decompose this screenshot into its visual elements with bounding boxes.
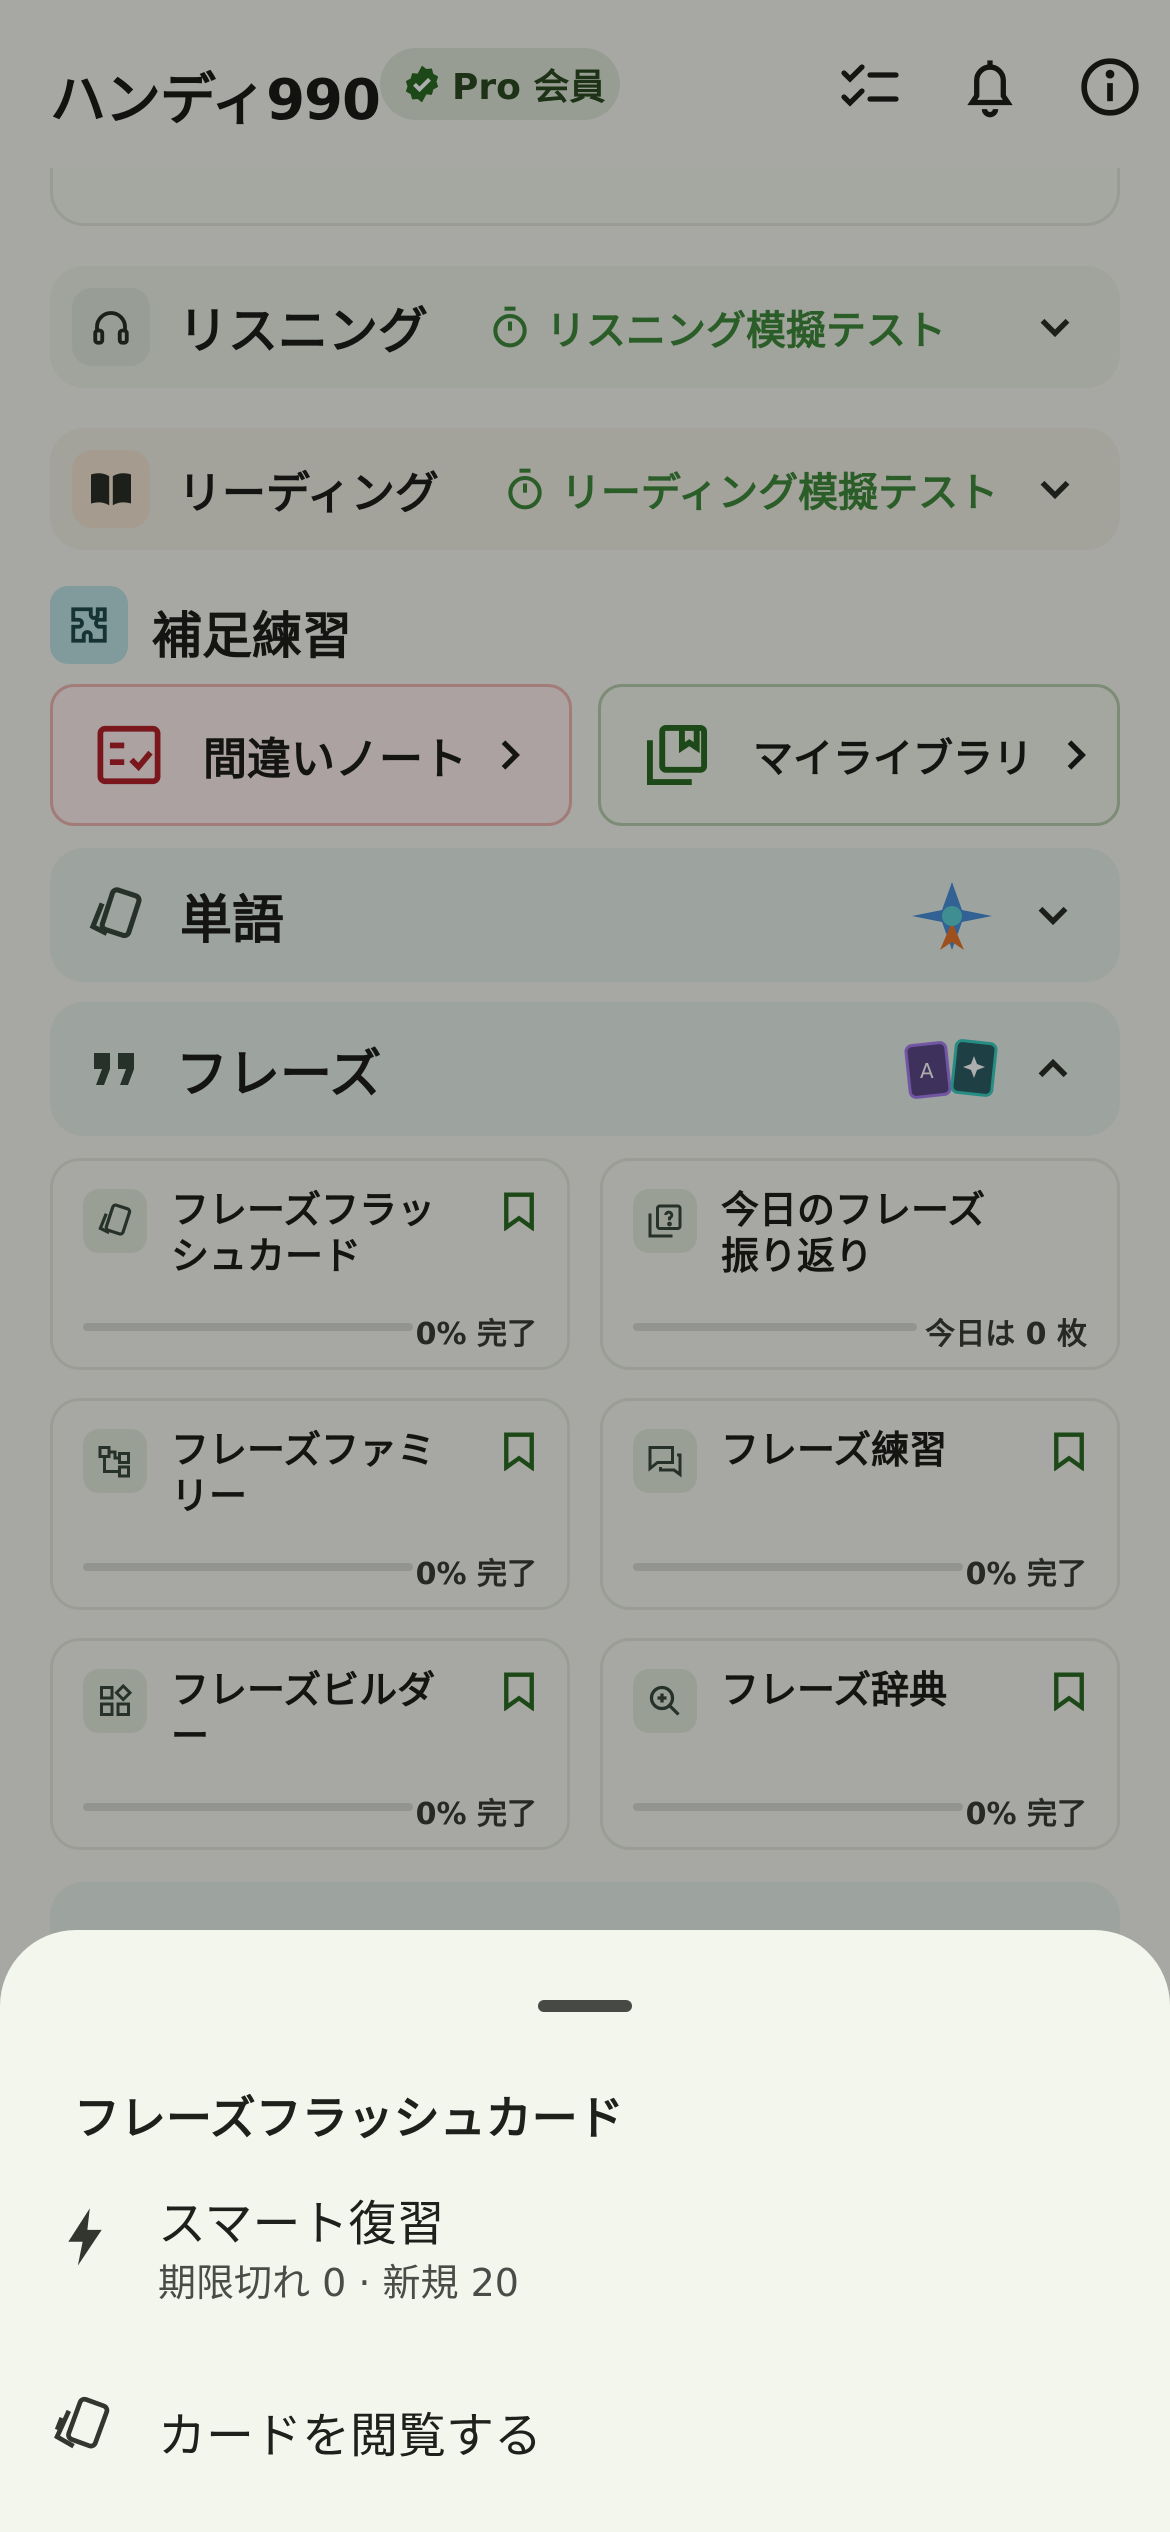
browse-cards-label: カードを閲覧する <box>158 2408 543 2464</box>
drag-handle[interactable] <box>538 2000 632 2012</box>
smart-review-label: スマート復習 <box>158 2196 445 2252</box>
bottom-sheet: フレーズフラッシュカード スマート復習 期限切れ 0 · 新規 20 カードを閲… <box>0 1930 1170 2532</box>
smart-review-counts: 期限切れ 0 · 新規 20 <box>158 2261 519 2305</box>
smart-review-option[interactable]: スマート復習 期限切れ 0 · 新規 20 <box>0 2172 1170 2342</box>
sheet-title: フレーズフラッシュカード <box>74 2091 624 2145</box>
browse-cards-option[interactable]: カードを閲覧する <box>0 2380 1170 2500</box>
lightning-bolt-icon <box>50 2202 120 2272</box>
app-screen: ハンディ990 Pro 会員 リスニング リスニング模擬テスト リーディング リ… <box>0 0 1170 2532</box>
flashcards-icon <box>48 2390 118 2460</box>
